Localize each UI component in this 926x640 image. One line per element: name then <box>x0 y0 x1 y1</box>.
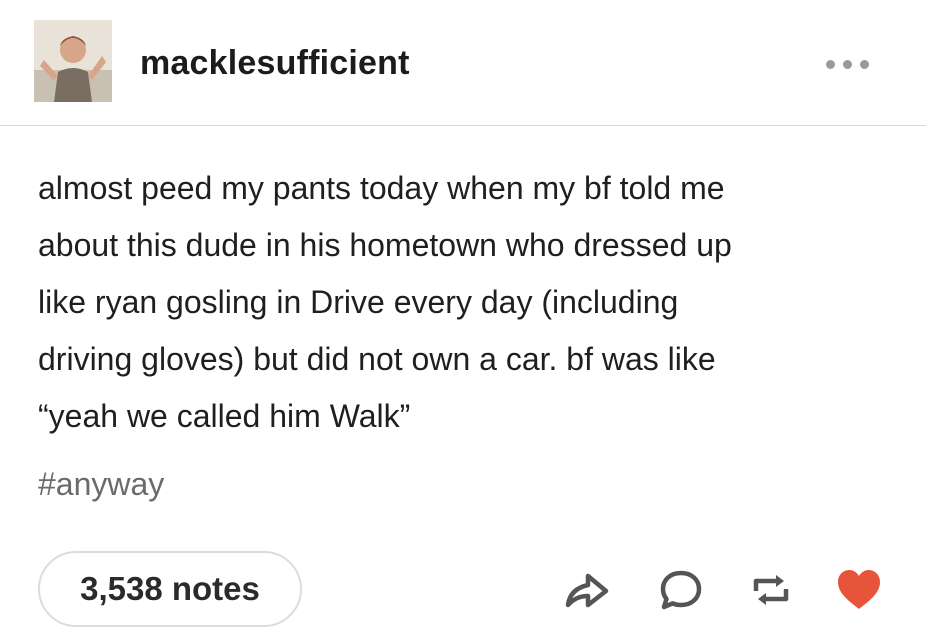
post-text-line: like ryan gosling in Drive every day (in… <box>38 284 679 320</box>
post-tag[interactable]: #anyway <box>38 466 164 503</box>
reply-icon[interactable] <box>656 565 706 615</box>
post-text-line: driving gloves) but did not own a car. b… <box>38 341 716 377</box>
more-dot <box>843 59 852 69</box>
more-dot <box>860 59 869 69</box>
more-options-icon[interactable] <box>826 56 876 72</box>
avatar[interactable] <box>34 20 112 102</box>
share-icon[interactable] <box>562 565 612 615</box>
post-body: almost peed my pants today when my bf to… <box>38 160 898 445</box>
username[interactable]: macklesufficient <box>140 44 410 83</box>
post-header: macklesufficient <box>0 0 926 126</box>
notes-button[interactable]: 3,538 notes <box>38 551 302 627</box>
avatar-image <box>34 20 112 102</box>
post-text-line: “yeah we called him Walk” <box>38 398 411 434</box>
post-text-line: almost peed my pants today when my bf to… <box>38 170 725 206</box>
reblog-icon[interactable] <box>746 565 796 615</box>
more-dot <box>826 59 835 69</box>
post-text-line: about this dude in his hometown who dres… <box>38 227 732 263</box>
heart-icon[interactable] <box>834 565 884 615</box>
